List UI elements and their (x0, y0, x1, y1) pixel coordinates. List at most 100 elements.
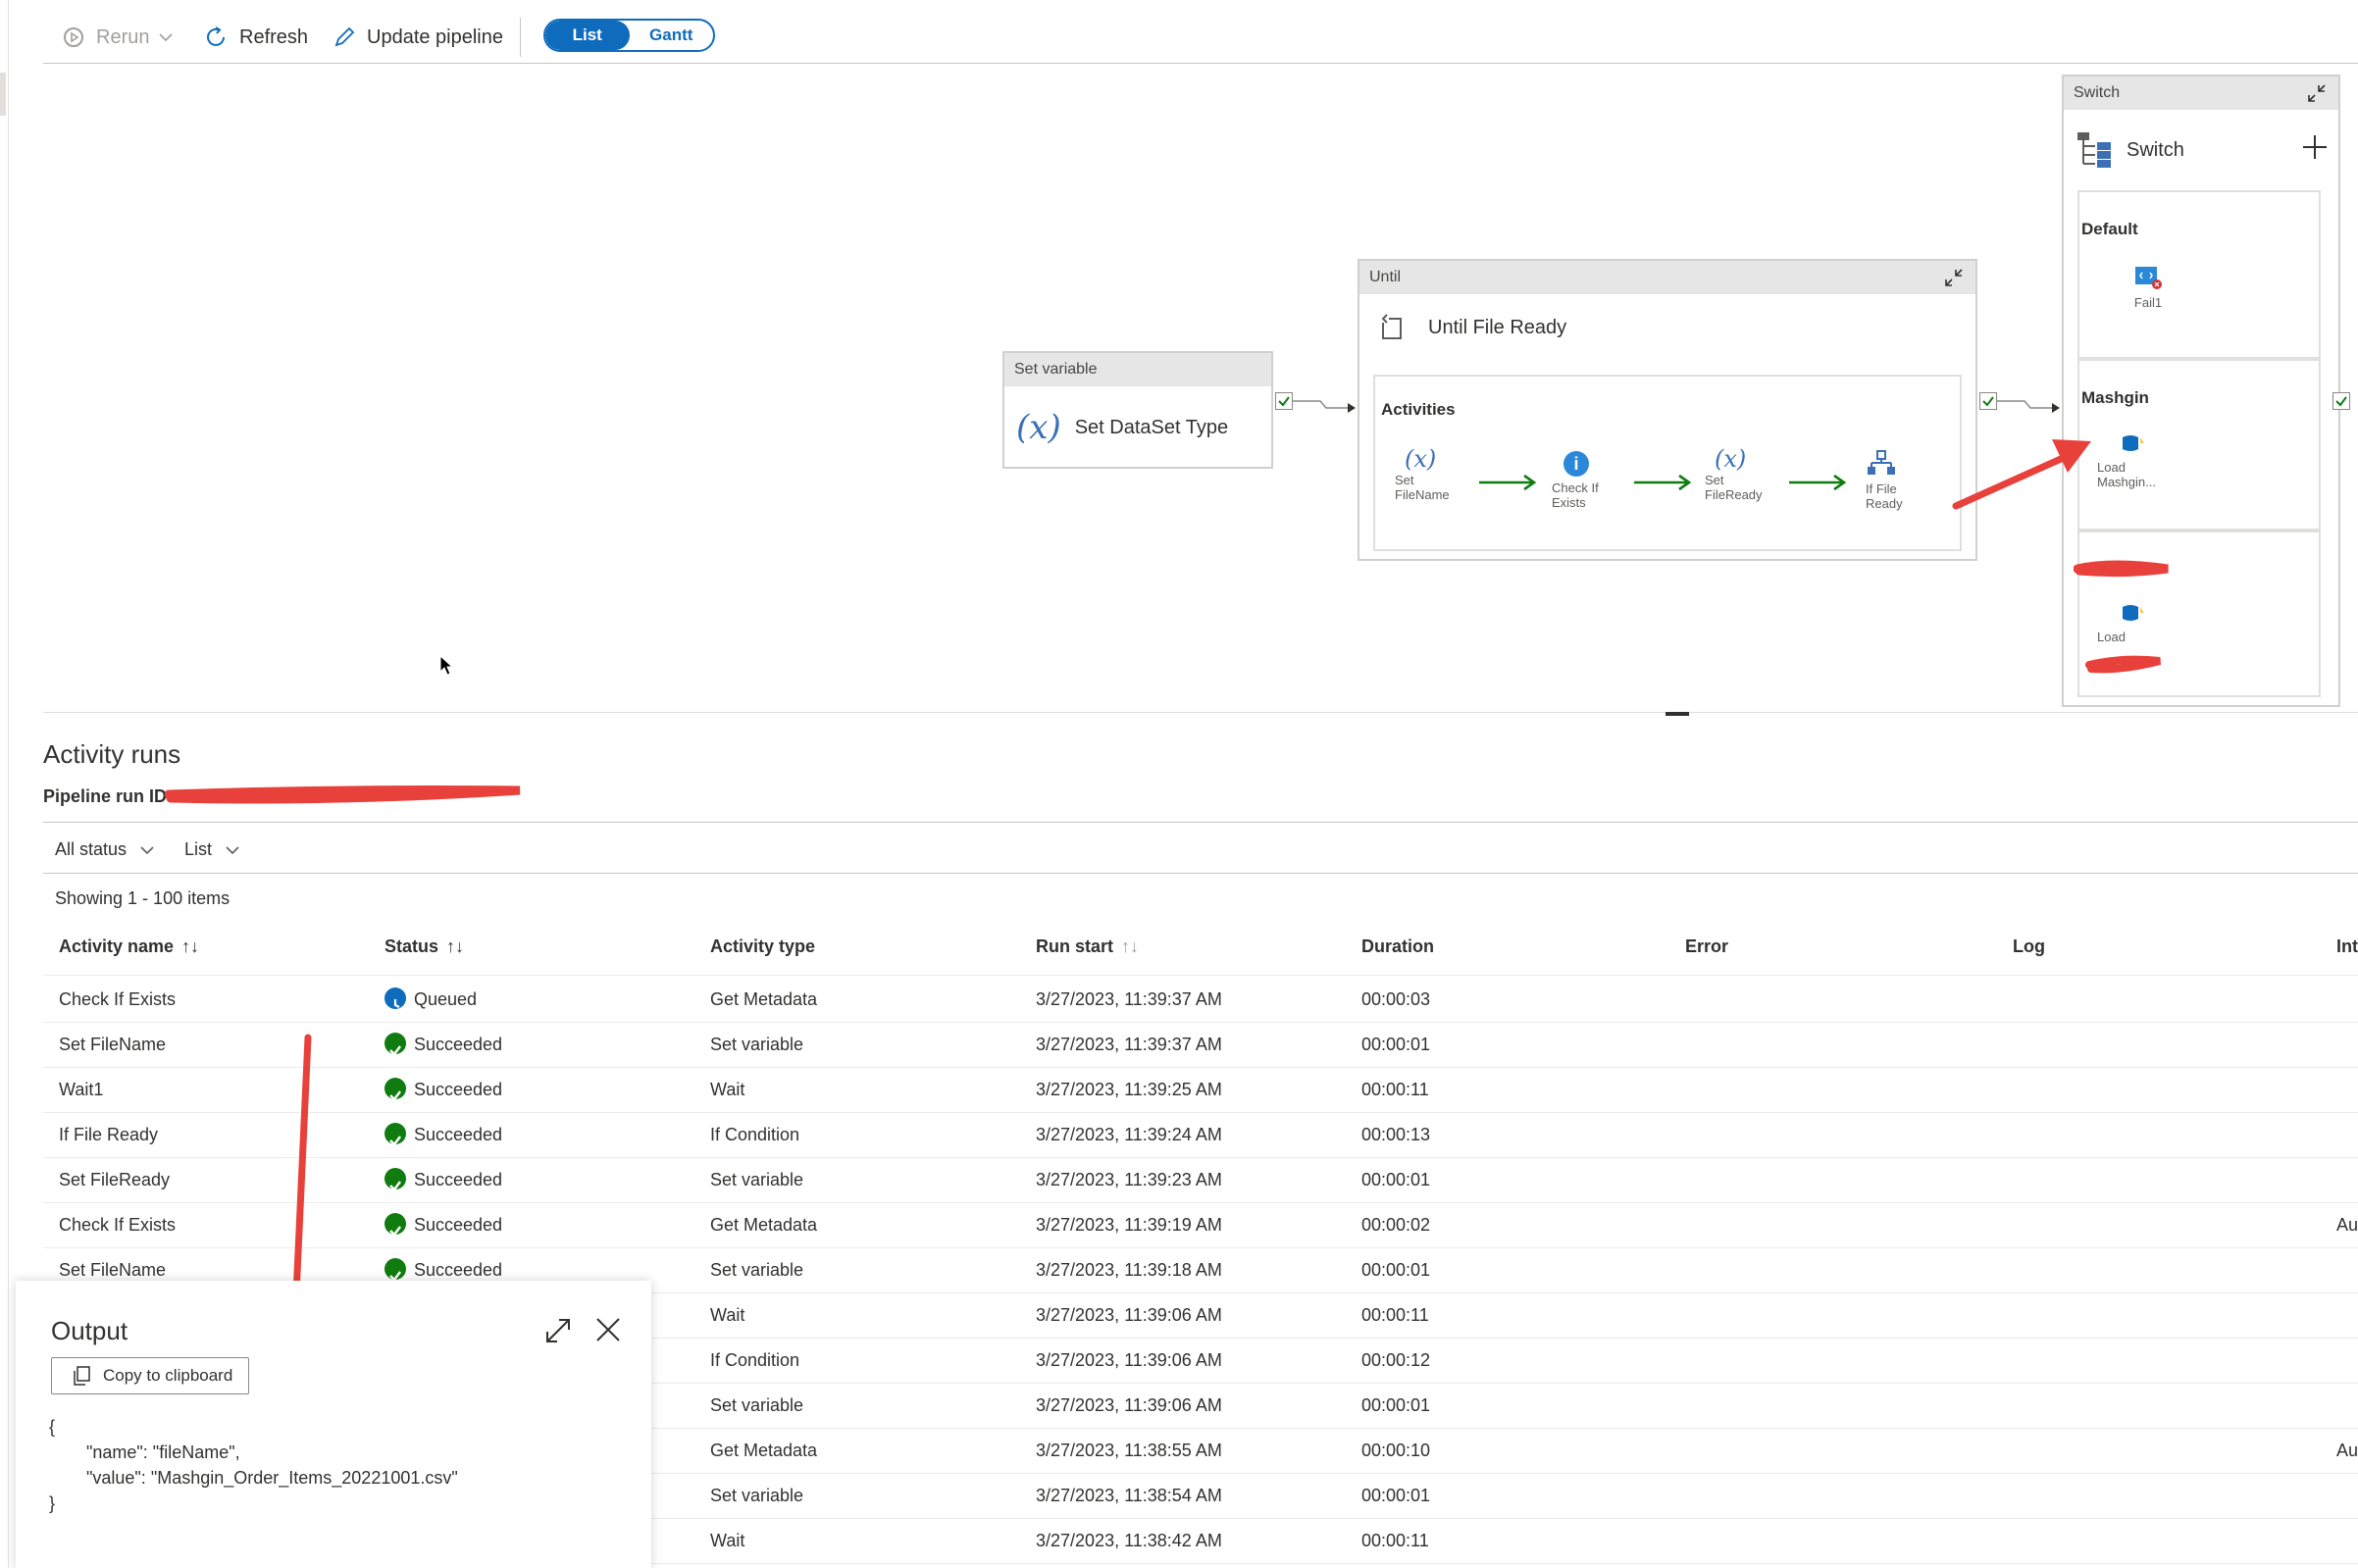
run-start-cell-text: 3/27/2023, 11:38:42 AM (1036, 1531, 1222, 1550)
run-start-cell-text: 3/27/2023, 11:38:55 AM (1036, 1441, 1222, 1460)
activity-name-cell[interactable]: Set FileReady (59, 1157, 170, 1202)
run-start-cell: 3/27/2023, 11:39:37 AM (1036, 1022, 1222, 1067)
success-check-icon (384, 1168, 406, 1192)
collapse-icon[interactable] (1942, 266, 1966, 289)
activity-type-cell-text: Wait (710, 1080, 745, 1099)
step-if-file-ready[interactable]: If File Ready (1866, 449, 1944, 511)
duration-cell: 00:00:01 (1361, 1022, 1430, 1067)
collapse-icon[interactable] (2305, 81, 2329, 105)
close-icon[interactable] (594, 1316, 622, 1343)
step-set-filename[interactable]: (x) Set FileName (1395, 445, 1473, 502)
set-variable-activity[interactable]: Set variable (x) Set DataSet Type (1002, 351, 1273, 469)
copy-activity[interactable]: Load (2097, 603, 2205, 644)
view-filter-dropdown[interactable]: List (184, 839, 239, 860)
green-arrow-2 (1634, 474, 1692, 491)
step-label-line2: Exists (1552, 495, 1586, 510)
status-cell: Succeeded (384, 1157, 502, 1202)
chevron-down-icon (226, 845, 239, 854)
run-start-cell: 3/27/2023, 11:38:55 AM (1036, 1428, 1222, 1473)
table-row[interactable]: If File Ready Succeeded If Condition 3/27/2… (43, 1112, 2358, 1158)
switch-activity[interactable]: Switch Switch Default Fail1 Mashgin Load… (2062, 75, 2340, 707)
sort-icon: ↑↓ (1121, 936, 1140, 956)
run-start-cell: 3/27/2023, 11:39:18 AM (1036, 1247, 1222, 1292)
activity-type-cell-text: If Condition (710, 1350, 800, 1370)
activity-type-cell: Set variable (710, 1247, 803, 1292)
expand-icon[interactable] (543, 1316, 573, 1345)
redaction-scribble (2085, 655, 2162, 674)
duration-cell-text: 00:00:13 (1361, 1125, 1431, 1144)
splitter-handle[interactable] (1666, 712, 1689, 716)
view-toggle[interactable]: List Gantt (543, 19, 715, 52)
activity-type-cell: Get Metadata (710, 977, 817, 1022)
activity-name-cell[interactable]: Check If Exists (59, 977, 176, 1022)
until-activities-container[interactable]: Activities (x) Set FileName i Check If E… (1373, 375, 1962, 551)
activity-name-cell[interactable]: Check If Exists (59, 1202, 176, 1247)
add-case-icon[interactable] (2301, 133, 2329, 161)
activity-type-cell-text: Set variable (710, 1486, 804, 1505)
activity-type-cell: Wait (710, 1067, 744, 1112)
activity-name-cell-text: Wait1 (59, 1080, 104, 1099)
duration-cell-text: 00:00:11 (1361, 1531, 1429, 1550)
run-start-cell-text: 3/27/2023, 11:39:37 AM (1036, 989, 1222, 1009)
json-line: "value": "Mashgin_Order_Items_20221001.c… (86, 1468, 458, 1488)
update-pipeline-button[interactable]: Update pipeline (332, 18, 503, 57)
green-arrow-1 (1479, 474, 1537, 491)
step-check-if-exists[interactable]: i Check If Exists (1552, 451, 1630, 510)
duration-cell-text: 00:00:03 (1361, 989, 1431, 1009)
run-start-cell-text: 3/27/2023, 11:39:37 AM (1036, 1035, 1222, 1054)
output-json: { "name": "fileName", "value": "Mashgin_… (49, 1414, 458, 1516)
success-check-icon (384, 1123, 406, 1147)
refresh-button[interactable]: Refresh (204, 18, 308, 57)
activity-type-cell-text: Wait (710, 1531, 745, 1550)
run-start-cell: 3/27/2023, 11:39:06 AM (1036, 1338, 1222, 1383)
status-filter-dropdown[interactable]: All status (55, 839, 154, 860)
column-header-integration[interactable]: Inte (2336, 936, 2358, 957)
table-row[interactable]: Set FileReady Succeeded Set variable 3/27/2… (43, 1157, 2358, 1203)
view-gantt-option[interactable]: Gantt (630, 21, 714, 50)
variable-icon: (x) (1405, 445, 1437, 473)
case-label: Mashgin (2081, 388, 2149, 407)
switch-case-default[interactable]: Default Fail1 (2077, 190, 2321, 359)
set-variable-header: Set variable (1004, 353, 1271, 386)
column-header-run-start[interactable]: Run start ↑↓ (1036, 936, 1139, 957)
table-row[interactable]: Check If Exists Queued Get Metadata 3/27/20… (43, 977, 2358, 1023)
rerun-button[interactable]: Rerun (61, 18, 174, 57)
run-start-cell-text: 3/27/2023, 11:39:19 AM (1036, 1215, 1222, 1235)
column-header-log[interactable]: Log (2013, 936, 2045, 957)
activity-name-cell[interactable]: Set FileName (59, 1022, 166, 1067)
column-header-activity-name[interactable]: Activity name ↑↓ (59, 936, 199, 957)
toolbar-bottom-border (43, 63, 2358, 64)
column-header-status[interactable]: Status ↑↓ (384, 936, 464, 957)
table-header-border (43, 975, 2358, 976)
column-header-activity-type[interactable]: Activity type (710, 936, 815, 957)
until-header-label: Until (1369, 269, 1402, 285)
redaction-scribble (165, 785, 521, 804)
table-row[interactable]: Check If Exists Succeeded Get Metadata 3/27… (43, 1202, 2358, 1248)
fail-activity[interactable]: Fail1 (2119, 265, 2178, 310)
success-connector-check[interactable] (2332, 392, 2350, 410)
json-line: "name": "fileName", (86, 1442, 240, 1462)
until-activity[interactable]: Until Until File Ready Activities (x) Se… (1358, 259, 1977, 561)
run-start-cell: 3/27/2023, 11:39:06 AM (1036, 1383, 1222, 1428)
activities-label: Activities (1381, 400, 1456, 419)
duration-cell-text: 00:00:01 (1361, 1170, 1431, 1189)
view-list-option[interactable]: List (545, 21, 630, 50)
duration-cell-text: 00:00:01 (1361, 1260, 1431, 1280)
table-row[interactable]: Wait1 Succeeded Wait 3/27/2023, 11:39:25 AM… (43, 1067, 2358, 1113)
activity-name-cell-text: Set FileReady (59, 1170, 171, 1189)
success-connector-check[interactable] (1979, 392, 1997, 410)
step-label-line2: Ready (1866, 496, 1903, 511)
table-row[interactable]: Set FileName Succeeded Set variable 3/27/20… (43, 1022, 2358, 1068)
switch-case-mashgin[interactable]: Mashgin Load Mashgin... (2077, 359, 2321, 531)
copy-activity-label-line1: Load (2097, 460, 2126, 475)
column-header-error[interactable]: Error (1685, 936, 1728, 957)
run-start-cell-text: 3/27/2023, 11:38:54 AM (1036, 1486, 1222, 1505)
success-check-icon (384, 1213, 406, 1238)
step-set-fileready[interactable]: (x) Set FileReady (1705, 445, 1783, 502)
copy-activity[interactable]: Load Mashgin... (2097, 433, 2205, 489)
activity-name-cell[interactable]: Wait1 (59, 1067, 103, 1112)
success-connector-check[interactable] (1275, 392, 1293, 410)
column-header-duration[interactable]: Duration (1361, 936, 1434, 957)
copy-to-clipboard-button[interactable]: Copy to clipboard (51, 1357, 250, 1394)
activity-name-cell[interactable]: If File Ready (59, 1112, 158, 1157)
